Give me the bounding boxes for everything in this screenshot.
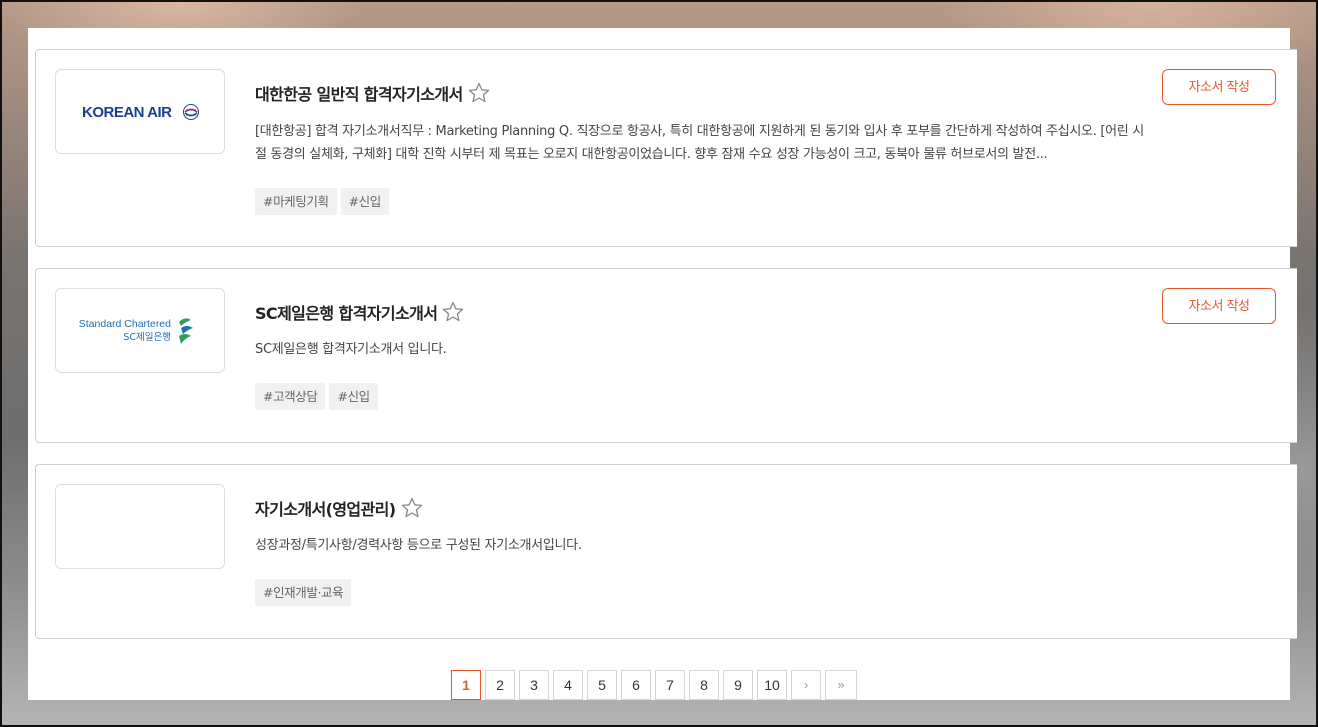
standard-chartered-logo: Standard Chartered SC제일은행 — [79, 318, 193, 344]
page-button-10[interactable]: 10 — [757, 670, 787, 700]
page-button-6[interactable]: 6 — [621, 670, 651, 700]
tag[interactable]: #신입 — [329, 383, 378, 410]
content-panel: KOREAN AIR 대한한공 일반직 합격자기소개서 [대한항공] 합격 자기… — [28, 28, 1297, 700]
write-essay-button[interactable]: 자소서 작성 — [1162, 288, 1276, 324]
post-card[interactable]: Standard Chartered SC제일은행 SC제일은행 합격자기소개서… — [35, 268, 1297, 443]
page-button-1[interactable]: 1 — [451, 670, 481, 700]
tag-list: #고객상담 #신입 — [255, 383, 378, 410]
page-button-3[interactable]: 3 — [519, 670, 549, 700]
post-card[interactable]: 자기소개서(영업관리) 성장과정/특기사항/경력사항 등으로 구성된 자기소개서… — [35, 464, 1297, 639]
tag-list: #마케팅기획 #신입 — [255, 188, 389, 215]
company-logo-placeholder[interactable] — [55, 484, 225, 569]
logo-text-2: SC제일은행 — [123, 331, 171, 343]
post-description: 성장과정/특기사항/경력사항 등으로 구성된 자기소개서입니다. — [255, 538, 582, 553]
company-logo[interactable]: Standard Chartered SC제일은행 — [55, 288, 225, 373]
post-title[interactable]: 대한한공 일반직 합격자기소개서 — [255, 81, 463, 105]
post-description: [대한항공] 합격 자기소개서직무 : Marketing Planning Q… — [255, 124, 1144, 162]
company-logo[interactable]: KOREAN AIR — [55, 69, 225, 154]
page-button-4[interactable]: 4 — [553, 670, 583, 700]
tag-list: #인재개발·교육 — [255, 579, 352, 606]
star-icon[interactable] — [441, 300, 465, 324]
page-button-9[interactable]: 9 — [723, 670, 753, 700]
post-card[interactable]: KOREAN AIR 대한한공 일반직 합격자기소개서 [대한항공] 합격 자기… — [35, 49, 1297, 247]
star-icon[interactable] — [467, 81, 491, 105]
logo-text-1: Standard Chartered — [79, 318, 171, 330]
page-button-5[interactable]: 5 — [587, 670, 617, 700]
next-page-icon[interactable]: › — [791, 670, 821, 700]
pagination: 1 2 3 4 5 6 7 8 9 10 › » — [451, 670, 857, 700]
logo-text: KOREAN AIR — [82, 104, 172, 121]
tag[interactable]: #신입 — [340, 188, 389, 215]
page-button-8[interactable]: 8 — [689, 670, 719, 700]
post-title[interactable]: 자기소개서(영업관리) — [255, 496, 396, 520]
last-page-icon[interactable]: » — [825, 670, 857, 700]
page-button-7[interactable]: 7 — [655, 670, 685, 700]
tag[interactable]: #마케팅기획 — [255, 188, 337, 215]
tag[interactable]: #고객상담 — [255, 383, 326, 410]
page-button-2[interactable]: 2 — [485, 670, 515, 700]
post-description: SC제일은행 합격자기소개서 입니다. — [255, 342, 447, 357]
tag[interactable]: #인재개발·교육 — [255, 579, 352, 606]
write-essay-button[interactable]: 자소서 작성 — [1162, 69, 1276, 105]
post-title[interactable]: SC제일은행 합격자기소개서 — [255, 300, 438, 324]
korean-air-logo: KOREAN AIR — [82, 103, 199, 121]
star-icon[interactable] — [400, 496, 424, 520]
